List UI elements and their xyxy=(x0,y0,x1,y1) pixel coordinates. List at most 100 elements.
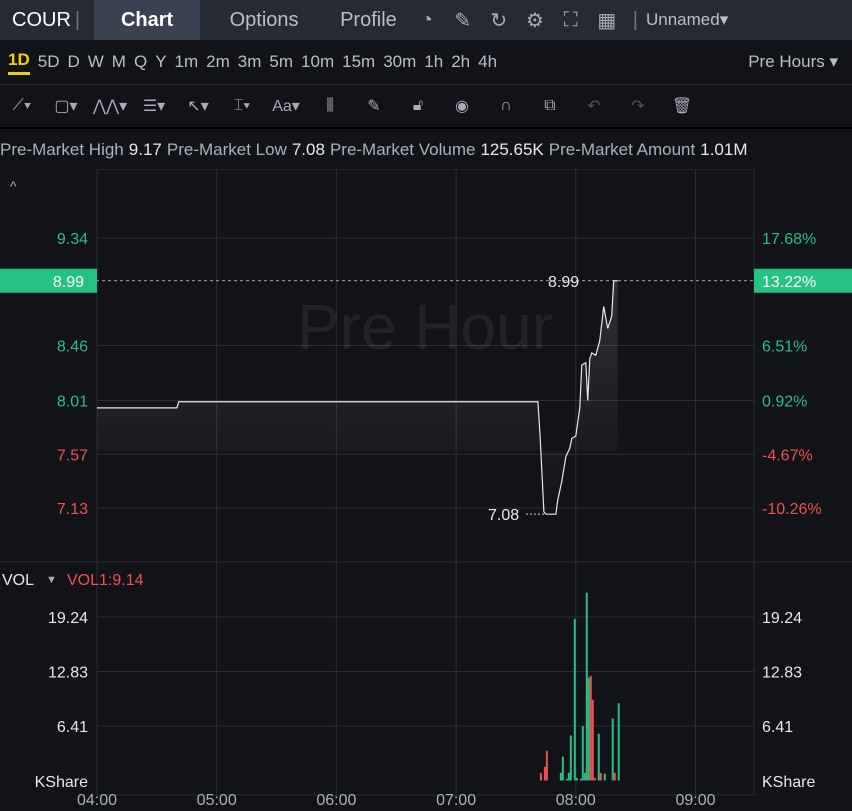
tab-profile[interactable]: Profile xyxy=(328,0,409,40)
volume-bar xyxy=(559,772,562,781)
rectangle-icon[interactable]: ▢▾ xyxy=(49,92,83,120)
collapse-chevron-icon[interactable]: ^ xyxy=(10,178,17,194)
volume-bar xyxy=(567,772,570,781)
pct-tick: 17.68% xyxy=(762,231,816,248)
timeframe-5m[interactable]: 5m xyxy=(269,52,293,72)
timeframe-bar: 1D 5D D W M Q Y 1m 2m 3m 5m 10m 15m 30m 1h 2h 4h Pre Hour… xyxy=(0,40,852,85)
link-icon[interactable]: ⧉ xyxy=(533,92,567,120)
pct-tick: -4.67% xyxy=(762,447,813,464)
volume-bar xyxy=(597,733,600,781)
magnet-icon[interactable]: ∩ xyxy=(489,92,523,120)
info-label: Pre-Market Volume xyxy=(329,140,476,159)
volume-bar xyxy=(611,718,614,781)
plot-border xyxy=(96,169,755,796)
x-tick: 07:00 xyxy=(436,792,476,809)
fib-icon[interactable]: ☰▾ xyxy=(137,92,171,120)
indicator-icon[interactable]: ⫼ xyxy=(313,92,347,120)
brush-icon[interactable]: ✎ xyxy=(357,92,391,120)
tab-options[interactable]: Options xyxy=(200,0,328,40)
low-label: 7.08 xyxy=(488,507,519,524)
timeframe-W[interactable]: W xyxy=(88,52,104,72)
x-tick: 08:00 xyxy=(556,792,596,809)
volume-bar xyxy=(565,778,568,781)
timeframe-10m[interactable]: 10m xyxy=(301,52,334,72)
volume-bar xyxy=(561,756,564,781)
pattern-icon[interactable]: ⋀⋀▾ xyxy=(93,92,127,120)
current-price: 8.99 xyxy=(53,274,84,291)
price-chart[interactable]: 04:00 05:00 06:00 07:00 08:00 09:00 9.34 17.68%… xyxy=(0,169,852,811)
info-value: 7.08 xyxy=(291,140,325,159)
refresh-icon[interactable]: ↻ xyxy=(485,6,513,34)
timeframe-15m[interactable]: 15m xyxy=(342,52,375,72)
eye-icon[interactable]: ◉ xyxy=(445,92,479,120)
vol-tick-right: 6.41 xyxy=(762,719,793,736)
high-label: 8.99 xyxy=(548,274,579,291)
info-value: 125.65K xyxy=(480,140,544,159)
pct-tick: -10.26% xyxy=(762,501,822,518)
timeframe-Y[interactable]: Y xyxy=(155,52,166,72)
speedometer-icon[interactable]: ◔ xyxy=(413,6,441,34)
measure-icon[interactable]: ⌶▾ xyxy=(225,92,259,120)
tab-chart[interactable]: Chart xyxy=(94,0,201,40)
pct-tick: 6.51% xyxy=(762,339,807,356)
timeframe-1h[interactable]: 1h xyxy=(424,52,443,72)
volume-bar xyxy=(543,766,546,781)
x-tick: 06:00 xyxy=(316,792,356,809)
trash-icon[interactable]: 🗑︎ xyxy=(665,92,699,120)
x-tick: 05:00 xyxy=(197,792,237,809)
vol-tick: 19.24 xyxy=(48,610,88,627)
timeframe-1D[interactable]: 1D xyxy=(8,50,30,75)
volume-bar xyxy=(617,703,620,781)
timeframe-1m[interactable]: 1m xyxy=(175,52,199,72)
pct-tick: 0.92% xyxy=(762,394,807,411)
vol-label[interactable]: VOL xyxy=(2,572,34,589)
volume-bar xyxy=(587,677,590,781)
undo-icon[interactable]: ↶ xyxy=(577,92,611,120)
volume-bar xyxy=(579,778,582,781)
info-label: Pre-Market Amount xyxy=(548,140,696,159)
volume-bar xyxy=(613,772,616,781)
info-label: Pre-Market Low xyxy=(166,140,287,159)
timeframe-M[interactable]: M xyxy=(112,52,126,72)
layout-name: Unnamed xyxy=(646,10,720,29)
session-select-value: Pre Hours xyxy=(748,52,825,71)
timeframe-2h[interactable]: 2h xyxy=(451,52,470,72)
timeframe-30m[interactable]: 30m xyxy=(383,52,416,72)
timeframe-5D[interactable]: 5D xyxy=(38,52,60,72)
info-value: 1.01M xyxy=(700,140,748,159)
fullscreen-icon[interactable]: ⛶ xyxy=(557,6,585,34)
vol-dropdown-icon: ▼ xyxy=(46,574,57,586)
trend-line-icon[interactable]: ⟋▾ xyxy=(5,92,39,120)
volume-bar xyxy=(573,619,576,781)
layout-select[interactable]: Unnamed▾ xyxy=(646,10,728,30)
volume-bar xyxy=(599,772,602,781)
text-icon[interactable]: Aa▾ xyxy=(269,92,303,120)
pencil-note-icon[interactable]: ✎ xyxy=(449,6,477,34)
gear-icon[interactable]: ⚙ xyxy=(521,6,549,34)
watermark: Pre Hour xyxy=(297,291,553,363)
x-tick: 09:00 xyxy=(675,792,715,809)
volume-bar xyxy=(589,675,592,781)
timeframe-Q[interactable]: Q xyxy=(134,52,147,72)
volume-bar xyxy=(569,735,572,781)
volume-bar xyxy=(593,777,596,781)
redo-icon[interactable]: ↷ xyxy=(621,92,655,120)
timeframe-2m[interactable]: 2m xyxy=(206,52,230,72)
price-tick: 8.46 xyxy=(57,339,88,356)
timeframe-4h[interactable]: 4h xyxy=(478,52,497,72)
premarket-info: Pre-Market High 9.17 Pre-Market Low 7.08 Pre… xyxy=(0,131,852,169)
vol-tick: 6.41 xyxy=(57,719,88,736)
grid-layout-icon[interactable]: ▦ xyxy=(593,6,621,34)
arrow-icon[interactable]: ↖▾ xyxy=(181,92,215,120)
timeframe-3m[interactable]: 3m xyxy=(238,52,262,72)
volume-bar xyxy=(591,699,594,781)
lock-icon[interactable]: 🔓︎ xyxy=(401,92,435,120)
price-tick: 7.13 xyxy=(57,501,88,518)
volume-bar xyxy=(575,777,578,781)
price-tick: 9.34 xyxy=(57,231,88,248)
price-tick: 7.57 xyxy=(57,447,88,464)
session-select[interactable]: Pre Hours ▾ xyxy=(740,52,838,72)
timeframe-D[interactable]: D xyxy=(67,52,79,72)
volume-bar xyxy=(603,773,606,781)
x-tick: 04:00 xyxy=(77,792,117,809)
